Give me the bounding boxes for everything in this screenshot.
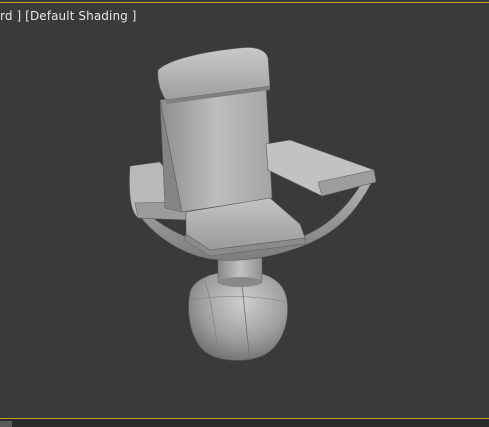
- backrest[interactable]: [159, 83, 273, 213]
- chair-stem[interactable]: [217, 257, 263, 287]
- viewport-bottom-strip: [0, 419, 489, 427]
- bottom-scroll-handle[interactable]: [0, 421, 12, 427]
- 3d-viewport[interactable]: rd ] [Default Shading ]: [0, 0, 489, 419]
- scene-canvas[interactable]: [0, 0, 489, 419]
